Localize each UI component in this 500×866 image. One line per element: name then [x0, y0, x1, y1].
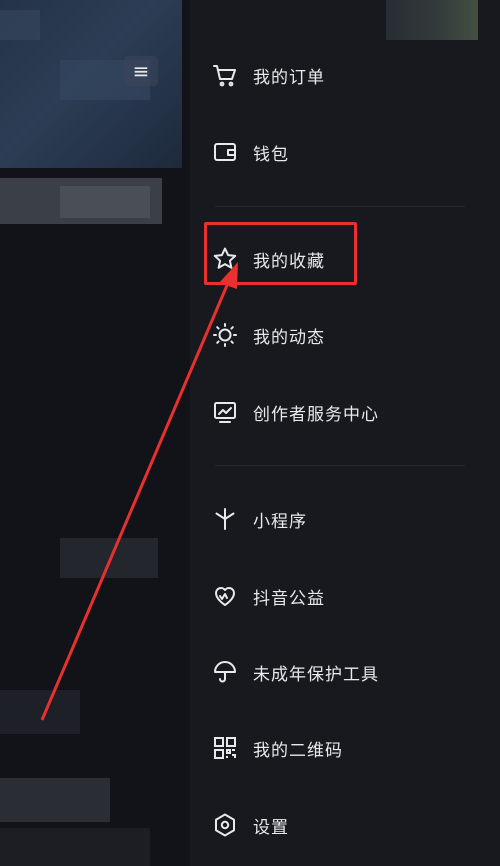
- annotation-arrow: [40, 262, 238, 721]
